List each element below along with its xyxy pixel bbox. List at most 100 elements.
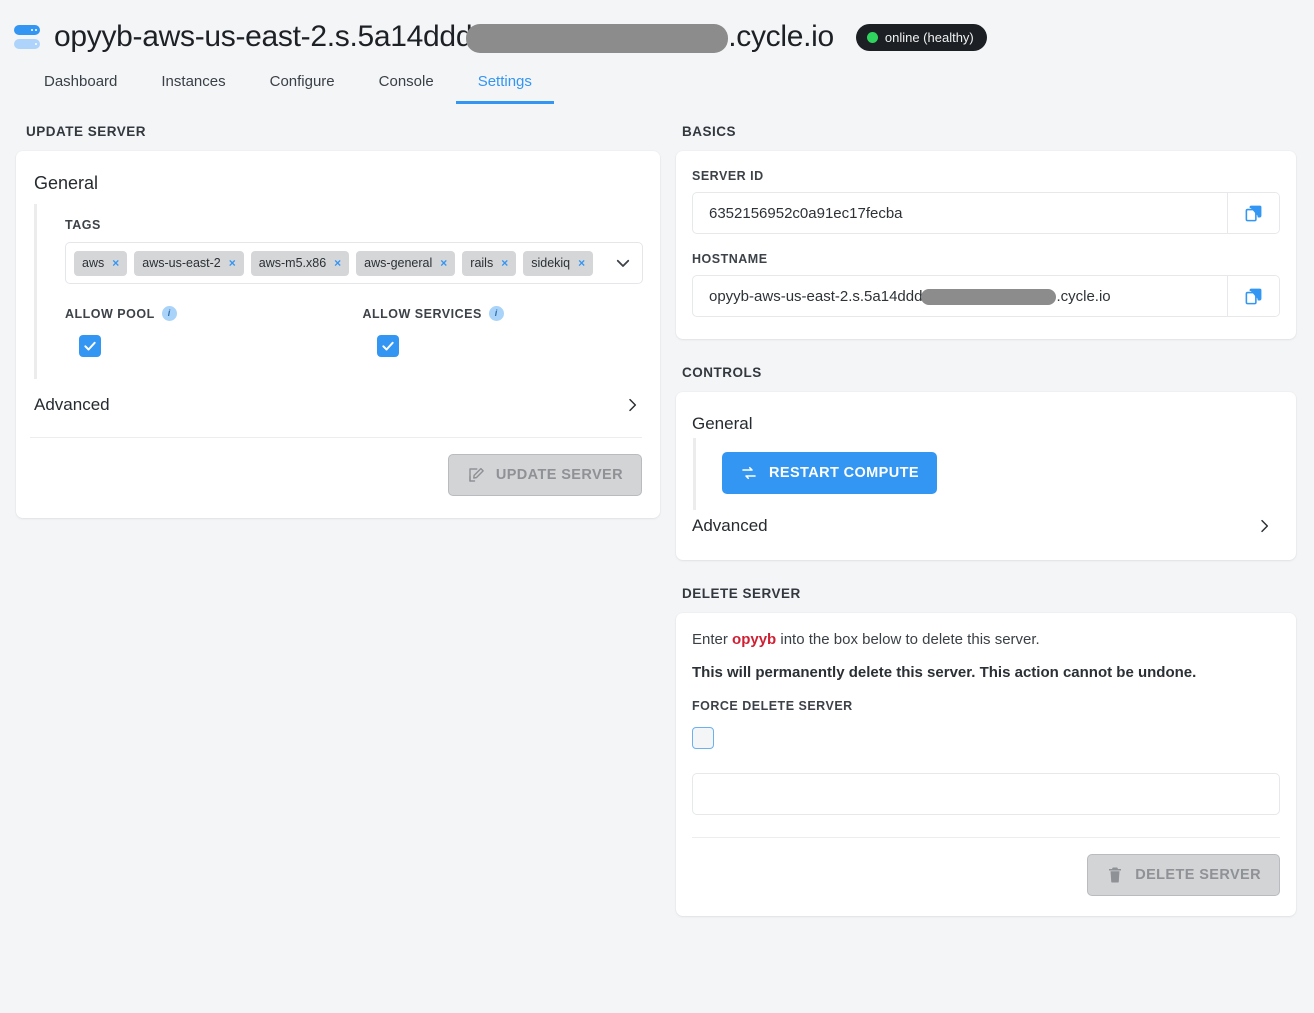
allow-services-checkbox[interactable]: [376, 335, 399, 357]
info-icon[interactable]: i: [161, 306, 177, 321]
tag-chip[interactable]: aws-m5.x86 ×: [250, 250, 350, 276]
page-title-prefix: opyyb-aws-us-east-2.s.5a14ddd: [54, 20, 473, 53]
advanced-row-controls[interactable]: Advanced: [692, 510, 1280, 540]
allow-services-label: ALLOW SERVICES i: [363, 306, 661, 321]
allow-pool-label: ALLOW POOL i: [65, 306, 363, 321]
update-server-card: General TAGS aws × aws-us-east-2 × aws-m…: [16, 151, 660, 518]
edit-icon: [469, 467, 484, 482]
tab-console[interactable]: Console: [357, 73, 456, 104]
tab-settings[interactable]: Settings: [455, 73, 554, 104]
server-id-value: 6352156952c0a91ec17fecba: [709, 204, 903, 222]
delete-server-button[interactable]: DELETE SERVER: [1087, 854, 1280, 896]
restart-compute-button-label: RESTART COMPUTE: [769, 465, 919, 481]
delete-server-card: Enter opyyb into the box below to delete…: [676, 613, 1296, 916]
redaction-bar-hostname: [921, 289, 1057, 305]
right-column: BASICS SERVER ID 6352156952c0a91ec17fecb…: [676, 104, 1314, 916]
controls-section-title: CONTROLS: [682, 365, 762, 380]
tag-chip[interactable]: aws-general ×: [356, 250, 456, 276]
copy-hostname-button[interactable]: [1227, 276, 1279, 316]
allow-services-label-text: ALLOW SERVICES: [362, 306, 482, 321]
tag-remove-icon[interactable]: ×: [229, 256, 236, 270]
tab-configure[interactable]: Configure: [248, 73, 357, 104]
server-icon: [14, 24, 40, 50]
server-id-field[interactable]: 6352156952c0a91ec17fecba: [692, 192, 1280, 234]
redaction-bar-title: [466, 23, 729, 53]
tag-chip[interactable]: aws-us-east-2 ×: [134, 250, 244, 276]
page-header: opyyb-aws-us-east-2.s.5a14ddd .cycle.io …: [0, 0, 1314, 62]
sync-icon: [742, 466, 756, 480]
tags-list: aws × aws-us-east-2 × aws-m5.x86 × aws-g…: [74, 250, 608, 276]
status-badge-label: online (healthy): [884, 29, 974, 45]
update-server-footer: UPDATE SERVER: [16, 438, 660, 518]
permissions-row: ALLOW POOL i ALLOW SERVICES i: [65, 306, 660, 357]
delete-server-footer: DELETE SERVER: [676, 838, 1296, 916]
delete-server-button-label: DELETE SERVER: [1135, 867, 1261, 883]
hostname-value: opyyb-aws-us-east-2.s.5a14ddd .cycle.io: [693, 276, 1227, 316]
chevron-down-icon[interactable]: [614, 254, 632, 272]
tags-input[interactable]: aws × aws-us-east-2 × aws-m5.x86 × aws-g…: [65, 242, 643, 284]
restart-compute-button[interactable]: RESTART COMPUTE: [722, 452, 937, 494]
status-dot-icon: [866, 31, 878, 43]
tags-label: TAGS: [65, 218, 660, 232]
allow-services-group: ALLOW SERVICES i: [363, 306, 661, 357]
tag-remove-icon[interactable]: ×: [334, 256, 341, 270]
tag-chip[interactable]: rails ×: [462, 250, 517, 276]
delete-confirm-input[interactable]: [692, 773, 1280, 815]
tab-dashboard[interactable]: Dashboard: [22, 73, 139, 104]
tag-label: rails: [470, 256, 494, 270]
tag-remove-icon[interactable]: ×: [440, 256, 447, 270]
trash-icon: [1109, 867, 1122, 883]
chevron-right-icon: [1256, 518, 1272, 534]
force-delete-label: FORCE DELETE SERVER: [692, 699, 853, 713]
info-icon[interactable]: i: [488, 306, 504, 321]
tag-chip[interactable]: aws ×: [74, 250, 128, 276]
delete-prompt: Enter opyyb into the box below to delete…: [692, 631, 1280, 648]
update-server-general-block: TAGS aws × aws-us-east-2 × aws-m5.x86 × …: [34, 204, 660, 379]
delete-prompt-prefix: Enter: [692, 631, 733, 648]
update-server-button[interactable]: UPDATE SERVER: [447, 454, 642, 496]
chevron-right-icon: [624, 397, 640, 413]
controls-card-body: General RESTART COMPUTE Advanced: [676, 392, 1296, 560]
delete-prompt-keyword: opyyb: [732, 631, 777, 648]
tag-remove-icon[interactable]: ×: [112, 256, 119, 270]
hostname-field[interactable]: opyyb-aws-us-east-2.s.5a14ddd .cycle.io: [692, 275, 1280, 317]
tag-chip[interactable]: sidekiq ×: [523, 250, 594, 276]
update-server-column: UPDATE SERVER General TAGS aws × aws-us-…: [0, 104, 676, 916]
advanced-label: Advanced: [34, 395, 110, 414]
advanced-row-update-server[interactable]: Advanced: [16, 379, 660, 431]
update-server-card-heading: General: [34, 173, 99, 193]
allow-pool-label-text: ALLOW POOL: [65, 306, 155, 321]
status-badge: online (healthy): [855, 23, 987, 51]
primary-tabs: Dashboard Instances Configure Console Se…: [0, 62, 1314, 104]
update-server-section-title: UPDATE SERVER: [26, 124, 147, 139]
tag-remove-icon[interactable]: ×: [578, 256, 585, 270]
update-server-button-label: UPDATE SERVER: [495, 467, 623, 483]
tag-label: sidekiq: [531, 256, 571, 270]
force-delete-checkbox[interactable]: [692, 727, 714, 749]
tag-label: aws-us-east-2: [142, 256, 221, 270]
basics-section-title: BASICS: [682, 124, 737, 139]
controls-general-block: RESTART COMPUTE: [693, 438, 1280, 510]
page-title-suffix: .cycle.io: [728, 20, 834, 53]
basics-card: SERVER ID 6352156952c0a91ec17fecba HOSTN…: [676, 151, 1296, 339]
allow-pool-group: ALLOW POOL i: [65, 306, 363, 357]
copy-server-id-button[interactable]: [1227, 193, 1279, 233]
controls-heading: General: [692, 414, 753, 433]
tag-label: aws-general: [364, 256, 433, 270]
hostname-prefix: opyyb-aws-us-east-2.s.5a14ddd: [709, 287, 923, 305]
delete-prompt-suffix: into the box below to delete this server…: [776, 631, 1040, 648]
tab-instances[interactable]: Instances: [139, 73, 247, 104]
allow-pool-checkbox[interactable]: [79, 335, 101, 357]
copy-icon: [1245, 205, 1262, 221]
delete-server-card-body: Enter opyyb into the box below to delete…: [676, 613, 1296, 815]
server-id-label: SERVER ID: [692, 169, 764, 183]
hostname-label: HOSTNAME: [692, 252, 768, 266]
copy-icon: [1245, 288, 1262, 304]
delete-warning: This will permanently delete this server…: [692, 664, 1197, 681]
delete-server-section-title: DELETE SERVER: [682, 586, 801, 601]
tag-label: aws-m5.x86: [258, 256, 327, 270]
hostname-suffix: .cycle.io: [1056, 287, 1111, 305]
settings-columns: UPDATE SERVER General TAGS aws × aws-us-…: [0, 104, 1314, 916]
tag-remove-icon[interactable]: ×: [501, 256, 508, 270]
tag-label: aws: [82, 256, 105, 270]
